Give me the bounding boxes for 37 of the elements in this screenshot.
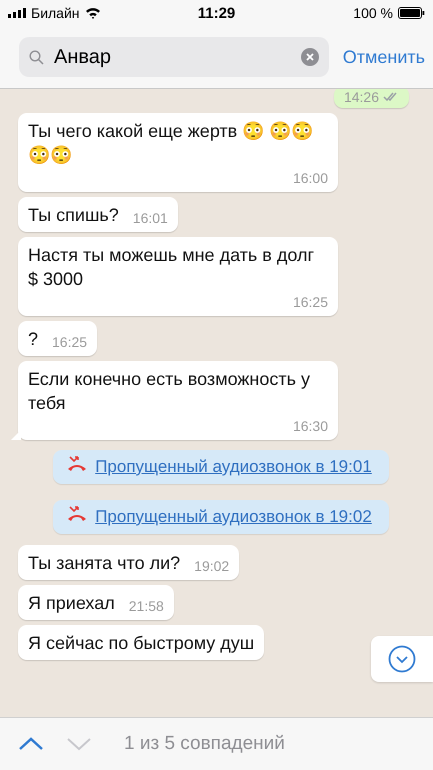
message-text: ?: [28, 328, 38, 351]
message-time: 16:00: [292, 169, 328, 187]
message-time: 21:58: [128, 597, 164, 615]
message-text: Ты чего какой еще жертв 😳 😳😳😳😳: [28, 120, 314, 167]
status-time: 11:29: [198, 4, 236, 22]
message-text: Я приехал: [28, 592, 115, 615]
match-count: 1 из 5 совпадений: [124, 733, 285, 755]
battery-percent: 100 %: [353, 5, 393, 21]
search-icon: [29, 50, 44, 64]
previous-match-button[interactable]: [18, 737, 44, 751]
message-time: 16:25: [292, 293, 328, 311]
message-time: 14:26: [344, 88, 379, 106]
wifi-icon: [84, 7, 101, 19]
search-input[interactable]: Анвар: [52, 44, 293, 70]
message-text: Ты спишь?: [28, 204, 119, 227]
message-time: 16:30: [292, 417, 328, 435]
missed-call-icon: [66, 506, 86, 522]
clear-icon[interactable]: [300, 48, 319, 66]
signal-icon: [8, 8, 26, 18]
scroll-down-button[interactable]: [371, 636, 433, 682]
chevron-up-icon: [18, 737, 44, 751]
search-field[interactable]: Анвар: [19, 37, 329, 77]
message-text: Я сейчас по быстрому душ: [28, 632, 254, 655]
message-time: 16:25: [52, 333, 88, 351]
message-text: Если конечно есть возможность у тебя: [28, 368, 311, 415]
missed-call-link[interactable]: Пропущенный аудиозвонок в 19:01: [92, 456, 374, 478]
message-time: 16:01: [132, 209, 168, 227]
chevron-down-icon: [388, 645, 416, 673]
message-text: Настя ты можешь мне дать в долг $ 3000: [28, 244, 316, 291]
missed-call-icon: [66, 456, 86, 472]
cancel-button[interactable]: Отменить: [342, 46, 425, 68]
chevron-down-icon: [66, 737, 92, 751]
message-text: Ты занята что ли?: [28, 552, 180, 575]
missed-call-link[interactable]: Пропущенный аудиозвонок в 19:02: [92, 506, 374, 528]
message-time: 19:02: [194, 557, 230, 575]
carrier-name: Билайн: [31, 5, 80, 21]
battery-icon: [398, 7, 425, 19]
